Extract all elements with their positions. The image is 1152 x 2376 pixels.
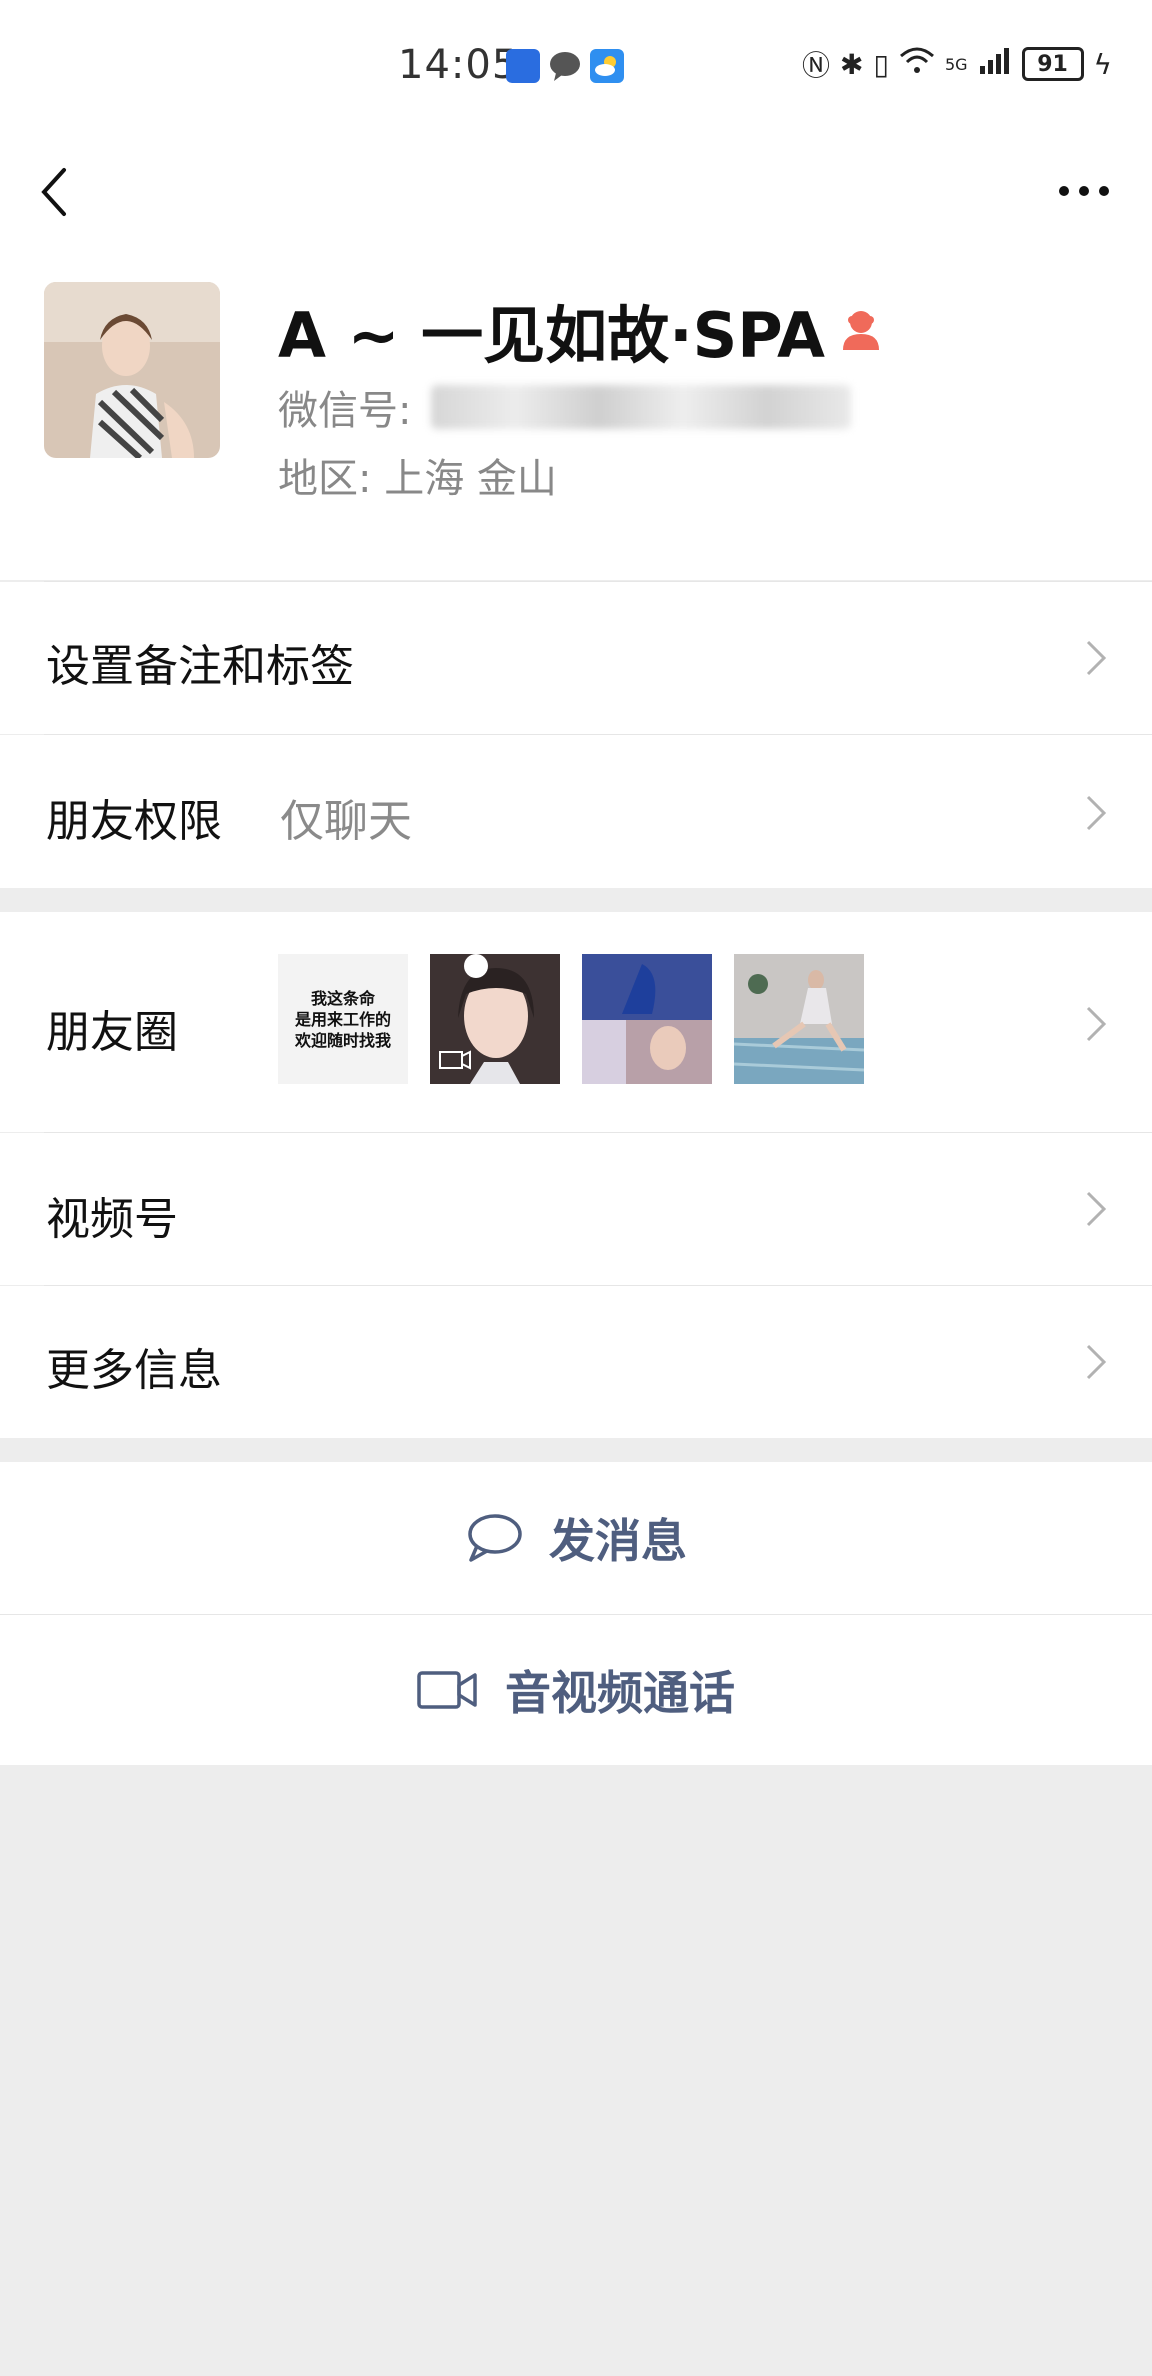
friend-permission-row[interactable]: 朋友权限 仅聊天 xyxy=(0,735,1152,888)
status-time: 14:05 xyxy=(398,42,519,88)
network-type: 5G xyxy=(944,54,968,74)
profile-header: A ~ 一见如故·SPA 微信号: 地区: 上海 金山 xyxy=(0,260,1152,582)
chevron-right-icon xyxy=(1086,795,1107,831)
moments-thumbnail[interactable]: 我这条命 是用来工作的 欢迎随时找我 xyxy=(278,954,408,1084)
charging-icon: ϟ xyxy=(1093,47,1112,81)
weather-app-icon xyxy=(590,49,624,83)
audio-video-call-label: 音视频通话 xyxy=(505,1666,735,1720)
send-message-button[interactable]: 发消息 xyxy=(0,1462,1152,1614)
wechat-id: 微信号: xyxy=(278,378,852,436)
chevron-right-icon xyxy=(1086,1344,1107,1380)
signal-icon xyxy=(978,46,1012,83)
audio-video-call-button[interactable]: 音视频通话 xyxy=(0,1615,1152,1765)
permission-label: 朋友权限 xyxy=(46,796,222,847)
wifi-icon xyxy=(899,46,935,83)
moments-thumbnail[interactable] xyxy=(734,954,864,1084)
permission-value: 仅聊天 xyxy=(280,796,412,847)
chevron-right-icon xyxy=(1086,1006,1107,1042)
chevron-right-icon xyxy=(1086,640,1107,676)
wechat-id-label: 微信号: xyxy=(278,388,412,434)
moments-thumbnails: 我这条命 是用来工作的 欢迎随时找我 xyxy=(278,954,864,1084)
status-indicators: Ⓝ ✱ ▯ 5G 91 ϟ xyxy=(802,44,1112,84)
more-info-row[interactable]: 更多信息 xyxy=(0,1286,1152,1438)
bluetooth-icon: ✱ xyxy=(840,47,864,81)
vibrate-icon: ▯ xyxy=(873,47,889,81)
name-row: A ~ 一见如故·SPA xyxy=(278,285,883,375)
nfc-icon: Ⓝ xyxy=(802,49,831,82)
female-user-icon xyxy=(843,311,880,350)
moments-thumbnail[interactable] xyxy=(430,954,560,1084)
video-camera-icon xyxy=(417,1671,477,1709)
moments-thumbnail-text: 我这条命 是用来工作的 欢迎随时找我 xyxy=(294,988,391,1050)
wechat-id-redacted xyxy=(431,385,852,429)
remark-and-tags-row[interactable]: 设置备注和标签 xyxy=(0,582,1152,734)
battery-icon: 91 xyxy=(1021,47,1084,81)
region: 地区: 上海 金山 xyxy=(278,456,557,502)
remark-label: 设置备注和标签 xyxy=(46,641,354,692)
back-button[interactable] xyxy=(30,148,90,228)
moments-row[interactable]: 朋友圈 我这条命 是用来工作的 欢迎随时找我 xyxy=(0,912,1152,1132)
more-horizontal-icon xyxy=(1059,186,1109,196)
more-button[interactable] xyxy=(1044,148,1124,218)
channels-label: 视频号 xyxy=(46,1194,178,1245)
nav-bar xyxy=(0,130,1152,260)
news-app-icon xyxy=(506,49,540,83)
chat-notification-icon xyxy=(548,49,582,83)
status-bar: 14:05 Ⓝ ✱ ▯ 5G 91 ϟ xyxy=(0,0,1152,130)
channels-row[interactable]: 视频号 xyxy=(0,1133,1152,1285)
chat-bubble-icon xyxy=(468,1514,522,1562)
profile-name: A ~ 一见如故·SPA xyxy=(278,299,826,372)
moments-label: 朋友圈 xyxy=(46,1007,178,1058)
chevron-right-icon xyxy=(1086,1191,1107,1227)
moments-thumbnail[interactable] xyxy=(582,954,712,1084)
more-info-label: 更多信息 xyxy=(46,1345,222,1396)
chevron-left-icon xyxy=(41,168,66,216)
send-message-label: 发消息 xyxy=(549,1514,687,1568)
avatar[interactable] xyxy=(44,282,220,458)
